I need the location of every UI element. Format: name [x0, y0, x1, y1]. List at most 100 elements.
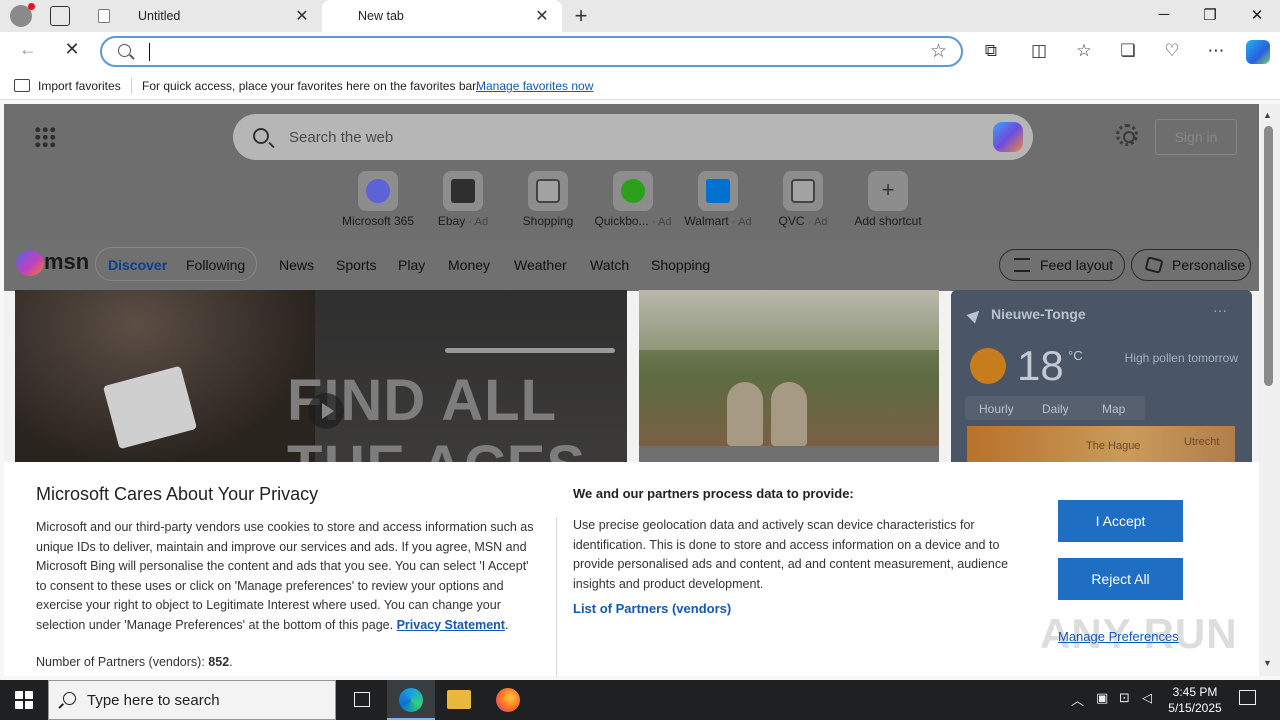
nav-watch[interactable]: Watch — [590, 257, 629, 273]
edge-icon — [399, 688, 423, 712]
temperature-unit: °C — [1068, 348, 1083, 363]
ad-label: · Ad — [468, 216, 489, 228]
quickbooks-icon — [621, 179, 645, 203]
settings-gear-icon[interactable] — [1116, 124, 1138, 146]
back-arrow-icon[interactable]: ← — [14, 39, 42, 65]
tab-untitled[interactable]: Untitled ✕ — [86, 0, 322, 32]
stop-loading-icon[interactable]: ✕ — [58, 39, 86, 65]
video-card[interactable]: FIND ALL THE ACES — [15, 290, 627, 465]
tab-new-tab[interactable]: New tab ✕ — [322, 0, 562, 32]
collections-icon[interactable]: ❏ — [1116, 41, 1140, 61]
copilot-icon[interactable] — [1246, 40, 1270, 64]
play-icon[interactable] — [308, 393, 344, 429]
tab-following[interactable]: Following — [186, 257, 245, 273]
tab-close-icon[interactable]: ✕ — [294, 6, 310, 26]
minimize-button[interactable]: ─ — [1141, 6, 1187, 23]
map-city-label: Utrecht — [1184, 436, 1220, 448]
tab-daily[interactable]: Daily — [1042, 402, 1069, 416]
manage-favorites-link[interactable]: Manage favorites now — [476, 79, 593, 93]
volume-icon[interactable]: ◁ — [1142, 690, 1152, 706]
news-photo-card[interactable] — [639, 290, 939, 446]
msn-logo[interactable]: msn — [44, 249, 89, 275]
nav-news[interactable]: News — [279, 257, 314, 273]
close-button[interactable]: ✕ — [1234, 6, 1280, 24]
notification-icon[interactable] — [1239, 690, 1256, 705]
windows-start-icon[interactable] — [15, 691, 33, 709]
tab-discover[interactable]: Discover — [108, 257, 167, 273]
page-icon — [98, 9, 110, 23]
app-launcher-icon[interactable] — [34, 126, 56, 148]
personalise-button[interactable]: Personalise — [1131, 249, 1251, 281]
nav-shopping[interactable]: Shopping — [651, 257, 710, 273]
shortcut-ebay[interactable]: Ebay · Ad — [418, 171, 508, 228]
add-shortcut-button[interactable]: + Add shortcut — [843, 171, 933, 228]
new-tab-button[interactable]: + — [568, 3, 594, 29]
ad-label: · Ad — [807, 216, 828, 228]
feed-layout-button[interactable]: Feed layout — [999, 249, 1125, 281]
tab-map[interactable]: Map — [1102, 402, 1125, 416]
browser-essentials-icon[interactable]: ♡ — [1160, 41, 1184, 61]
shortcut-shopping[interactable]: Shopping — [503, 171, 593, 228]
nav-sports[interactable]: Sports — [336, 257, 376, 273]
firefox-icon — [496, 688, 520, 712]
import-favorites-button[interactable]: Import favorites — [38, 79, 121, 93]
split-screen-icon[interactable]: ◫ — [1027, 41, 1051, 61]
photo-sky — [639, 290, 939, 350]
shortcut-qvc[interactable]: QVC · Ad — [758, 171, 848, 228]
vendors-list-link[interactable]: List of Partners (vendors) — [573, 601, 731, 616]
weather-card[interactable]: Nieuwe-Tonge ··· 18 °C High pollen tomor… — [951, 290, 1252, 465]
weather-location[interactable]: Nieuwe-Tonge — [991, 306, 1086, 322]
page-scrollbar[interactable]: ▲ ▼ — [1259, 104, 1280, 676]
scroll-down-icon[interactable]: ▼ — [1263, 658, 1272, 668]
favorite-star-icon[interactable]: ☆ — [930, 40, 947, 63]
more-menu-icon[interactable]: ⋯ — [1204, 41, 1228, 61]
privacy-statement-link[interactable]: Privacy Statement — [397, 618, 505, 632]
show-hidden-icons-icon[interactable]: ︿ — [1071, 690, 1084, 709]
partners-label: Number of Partners (vendors): — [36, 655, 205, 669]
scroll-up-icon[interactable]: ▲ — [1263, 110, 1272, 120]
task-view-button[interactable] — [338, 680, 386, 720]
extensions-icon[interactable]: ⧉ — [979, 41, 1003, 61]
taskbar-search-box[interactable]: Type here to search — [48, 680, 336, 720]
more-options-icon[interactable]: ··· — [1213, 302, 1227, 318]
scrollbar-thumb[interactable] — [1264, 126, 1273, 386]
shortcut-microsoft-365[interactable]: Microsoft 365 — [333, 171, 423, 228]
personalise-icon — [1144, 256, 1164, 274]
system-clock[interactable]: 3:45 PM 5/15/2025 — [1163, 684, 1227, 716]
sign-in-button[interactable]: Sign in — [1155, 119, 1237, 155]
nav-weather[interactable]: Weather — [514, 257, 567, 273]
copilot-icon[interactable] — [993, 122, 1023, 152]
profile-icon[interactable] — [10, 3, 35, 27]
windows-taskbar: Type here to search ︿ ▣ ⊡ ◁ 3:45 PM 5/15… — [0, 680, 1280, 720]
favorites-icon[interactable]: ☆ — [1072, 41, 1096, 61]
device-icon[interactable]: ▣ — [1096, 690, 1108, 706]
manage-preferences-link[interactable]: Manage Preferences — [1058, 629, 1179, 644]
tab-actions-icon[interactable] — [50, 6, 70, 26]
privacy-title: Microsoft Cares About Your Privacy — [36, 484, 319, 504]
shortcut-label: Add shortcut — [854, 214, 922, 228]
taskbar-file-explorer[interactable] — [435, 680, 483, 720]
nav-play[interactable]: Play — [398, 257, 425, 273]
nav-money[interactable]: Money — [448, 257, 490, 273]
ad-label: · Ad — [651, 216, 672, 228]
taskbar-edge[interactable] — [387, 680, 435, 720]
tab-close-icon[interactable]: ✕ — [534, 6, 550, 26]
search-icon — [253, 128, 269, 144]
network-icon[interactable]: ⊡ — [1119, 690, 1130, 706]
plus-icon: + — [881, 177, 895, 202]
clock-time: 3:45 PM — [1172, 685, 1218, 699]
reject-all-button[interactable]: Reject All — [1058, 558, 1183, 600]
shortcut-walmart[interactable]: Walmart · Ad — [673, 171, 763, 228]
address-bar[interactable]: ☆ — [100, 36, 963, 67]
new-tab-header: Search the web Sign in Microsoft 365 Eba… — [4, 104, 1259, 241]
ebay-bag-icon — [451, 179, 475, 203]
shortcut-quickbooks[interactable]: Quickbo... · Ad — [588, 171, 678, 228]
msn-nav-bar: msn Discover Following News Sports Play … — [4, 241, 1259, 291]
web-search-input[interactable]: Search the web — [289, 129, 393, 146]
taskbar-firefox[interactable] — [484, 680, 532, 720]
accept-button[interactable]: I Accept — [1058, 500, 1183, 542]
tab-hourly[interactable]: Hourly — [979, 402, 1014, 416]
maximize-button[interactable]: ❐ — [1187, 6, 1233, 24]
taskbar-search-input[interactable]: Type here to search — [87, 692, 220, 709]
shortcut-tile — [698, 171, 738, 211]
